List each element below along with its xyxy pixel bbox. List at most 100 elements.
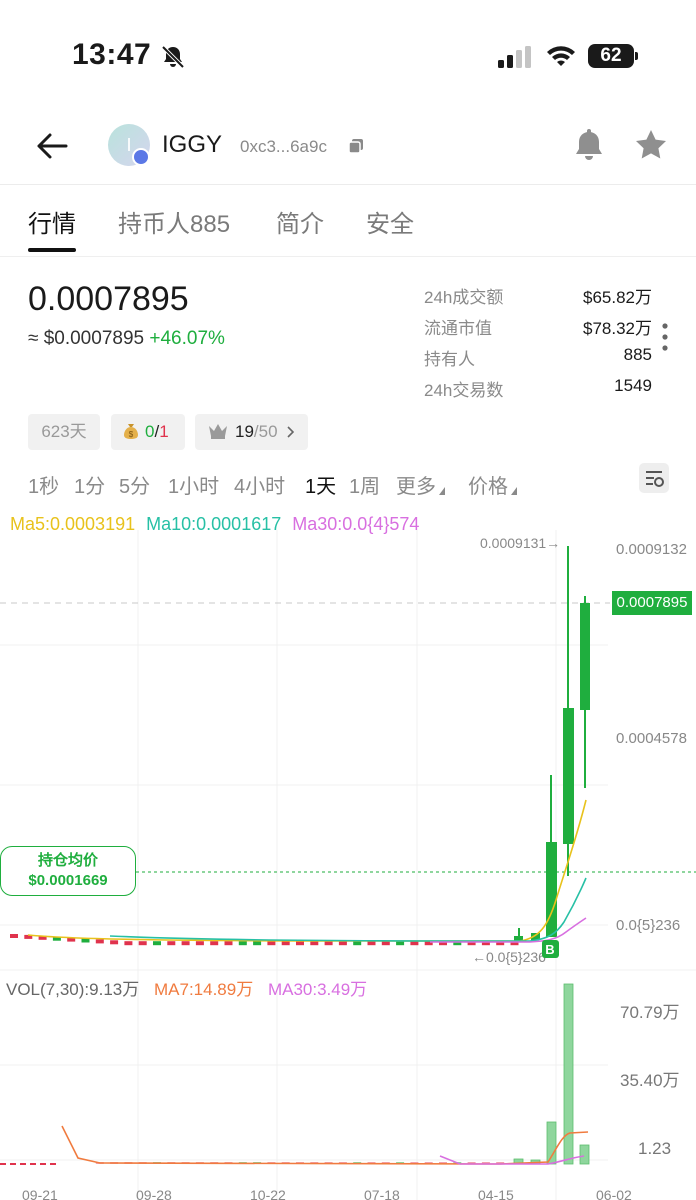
price-tick: 0.0{5}236 bbox=[616, 917, 680, 934]
interval-more-label: 更多 bbox=[396, 476, 436, 498]
candle-body bbox=[580, 603, 590, 710]
ethereum-chain-icon bbox=[132, 148, 150, 166]
candle-body bbox=[238, 941, 247, 946]
interval-1d[interactable]: 1天 bbox=[305, 470, 336, 499]
hold-average-price-label[interactable]: 持仓均价 $0.0001669 bbox=[0, 846, 136, 896]
interval-more-dropdown[interactable]: 更多 bbox=[396, 470, 445, 499]
active-tab-indicator bbox=[28, 248, 76, 252]
ma10-line bbox=[109, 877, 587, 942]
wifi-icon bbox=[547, 46, 575, 66]
copy-icon[interactable] bbox=[348, 138, 364, 154]
stat-row: 24h成交额 $65.82万 bbox=[424, 283, 652, 314]
status-bar: 13:47 62 bbox=[0, 0, 696, 100]
token-symbol: IGGY bbox=[162, 131, 223, 158]
more-options-icon[interactable] bbox=[660, 322, 670, 352]
dropdown-triangle-icon bbox=[511, 487, 517, 495]
vol-ma7-line bbox=[61, 1125, 589, 1165]
top-holders-chip[interactable]: 19/50 bbox=[195, 414, 308, 450]
volume-tick: 70.79万 bbox=[620, 1003, 680, 1022]
candle-body bbox=[563, 708, 574, 844]
token-address[interactable]: 0xc3...6a9c bbox=[240, 137, 327, 157]
volume-bar bbox=[563, 983, 574, 1165]
candle-body bbox=[367, 941, 376, 946]
volume-tick: 1.23 bbox=[638, 1139, 671, 1158]
moneybag-chip[interactable]: $ 0/1 bbox=[111, 414, 185, 450]
candle-body bbox=[95, 939, 104, 944]
stat-row: 持有人 885 bbox=[424, 345, 652, 376]
token-age-chip[interactable]: 623天 bbox=[28, 414, 100, 450]
battery-indicator: 62 bbox=[588, 44, 638, 68]
interval-1s[interactable]: 1秒 bbox=[28, 470, 59, 499]
candle-body bbox=[210, 941, 219, 946]
token-header: I IGGY 0xc3...6a9c bbox=[0, 110, 696, 184]
stat-value: $78.32万 bbox=[583, 319, 652, 338]
stat-value: 1549 bbox=[614, 376, 652, 395]
tab-security[interactable]: 安全 bbox=[366, 204, 414, 239]
back-arrow-icon[interactable] bbox=[36, 132, 68, 160]
vol-ma30-value: MA30:3.49万 bbox=[267, 980, 368, 999]
candle-body bbox=[338, 941, 347, 946]
buy-marker-label: B bbox=[545, 942, 554, 957]
date-tick: 04-15 bbox=[478, 1187, 514, 1200]
volume-recent-bars bbox=[513, 983, 590, 1165]
current-price-tag: 0.0007895 bbox=[612, 591, 692, 615]
date-tick: 10-22 bbox=[250, 1187, 286, 1200]
tab-market[interactable]: 行情 bbox=[28, 204, 76, 239]
candle-body bbox=[10, 934, 18, 938]
volume-tick: 35.40万 bbox=[620, 1071, 680, 1090]
tab-intro[interactable]: 简介 bbox=[276, 204, 324, 239]
price-usd: ≈ $0.0007895 bbox=[28, 328, 145, 349]
price-tick: 0.0004578 bbox=[616, 730, 687, 747]
dropdown-triangle-icon bbox=[439, 487, 445, 495]
date-tick: 06-02 bbox=[596, 1187, 632, 1200]
vol-ma7-value: MA7:14.89万 bbox=[153, 980, 254, 999]
stat-row: 流通市值 $78.32万 bbox=[424, 314, 652, 345]
high-annotation: 0.0009131→ bbox=[480, 535, 560, 551]
tabs-divider bbox=[0, 256, 696, 257]
price-tick: 0.0009132 bbox=[616, 541, 687, 558]
candle-body bbox=[324, 941, 333, 946]
volume-legend: VOL(7,30):9.13万 MA7:14.89万 MA30:3.49万 bbox=[6, 975, 367, 1000]
money-bag-icon: $ bbox=[124, 424, 138, 439]
chart-settings-icon[interactable] bbox=[638, 462, 670, 494]
stat-row: 24h交易数 1549 bbox=[424, 376, 652, 407]
price-usd-line: ≈ $0.0007895 +46.07% bbox=[28, 328, 225, 350]
price-change: +46.07% bbox=[149, 328, 225, 349]
date-tick: 07-18 bbox=[364, 1187, 400, 1200]
candle-body bbox=[353, 941, 362, 946]
candle-body bbox=[167, 941, 176, 946]
chevron-right-icon bbox=[287, 426, 295, 438]
candle-body bbox=[296, 941, 304, 946]
favorite-star-icon[interactable] bbox=[634, 128, 668, 162]
stat-label: 流通市值 bbox=[424, 319, 492, 338]
candle-body bbox=[138, 941, 147, 946]
candle-body bbox=[181, 941, 190, 946]
stat-value: 885 bbox=[623, 345, 652, 364]
tab-bar: 行情 持币人885 简介 安全 bbox=[0, 196, 696, 252]
price-type-dropdown[interactable]: 价格 bbox=[468, 470, 517, 499]
candle-body bbox=[253, 941, 262, 946]
interval-selector: 1秒 1分 5分 1小时 4小时 1天 1周 更多 价格 bbox=[0, 466, 696, 502]
vol-value: VOL(7,30):9.13万 bbox=[6, 980, 140, 999]
ma30-line bbox=[430, 917, 587, 943]
volume-bar bbox=[579, 1144, 590, 1165]
stat-label: 24h交易数 bbox=[424, 381, 504, 400]
price-alert-bell-icon[interactable] bbox=[572, 128, 606, 164]
interval-4h[interactable]: 4小时 bbox=[234, 470, 285, 499]
low-annotation: ←0.0{5}236 bbox=[472, 949, 546, 965]
candle-body bbox=[381, 941, 390, 946]
market-stats: 24h成交额 $65.82万 流通市值 $78.32万 持有人 885 24h交… bbox=[424, 283, 652, 407]
candle-body bbox=[546, 842, 557, 937]
interval-1w[interactable]: 1周 bbox=[349, 470, 380, 499]
interval-1h[interactable]: 1小时 bbox=[168, 470, 219, 499]
status-time: 13:47 bbox=[72, 38, 152, 71]
candle-body bbox=[153, 941, 161, 946]
bell-off-icon bbox=[161, 45, 185, 69]
interval-5m[interactable]: 5分 bbox=[119, 470, 150, 499]
candle-body bbox=[281, 941, 290, 946]
date-tick: 09-21 bbox=[22, 1187, 58, 1200]
header-divider bbox=[0, 184, 696, 185]
interval-1m[interactable]: 1分 bbox=[74, 470, 105, 499]
tab-holders[interactable]: 持币人885 bbox=[118, 204, 230, 239]
candle-body bbox=[124, 941, 133, 946]
